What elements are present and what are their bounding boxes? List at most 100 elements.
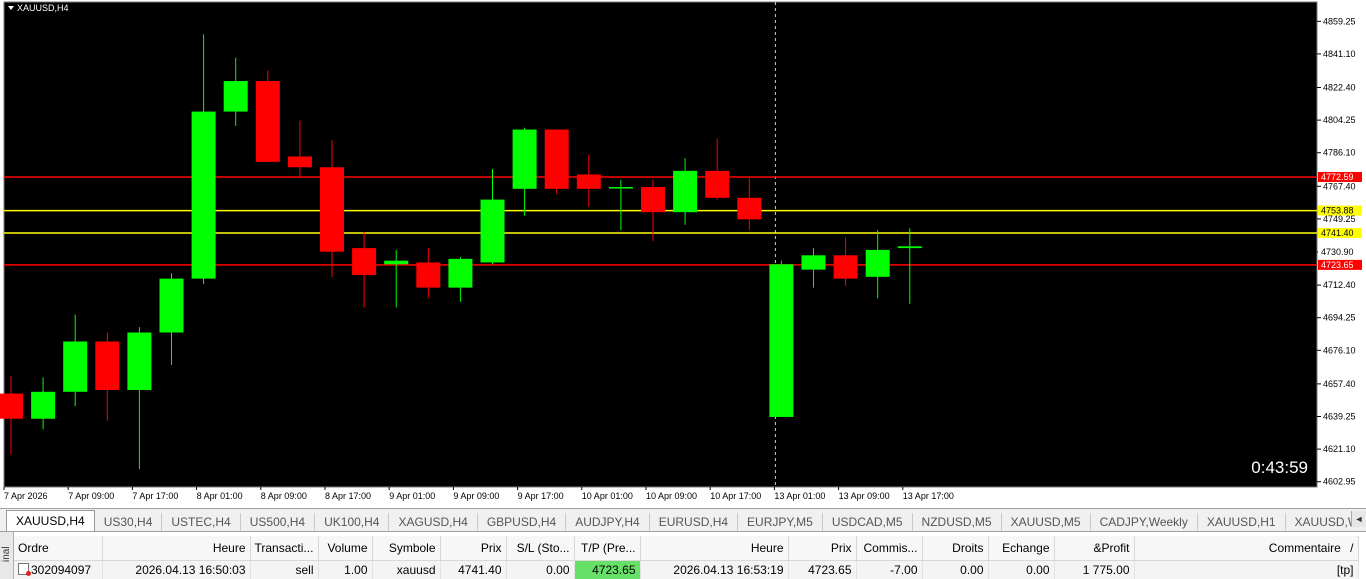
cell-heure-close: 2026.04.13 16:53:19 xyxy=(640,561,788,579)
chart-tab[interactable]: US500,H4 xyxy=(241,513,315,531)
price-level-label: 4753.88 xyxy=(1321,206,1354,216)
col-header-ordre[interactable]: Ordre xyxy=(14,536,102,561)
time-tick-label: 7 Apr 09:00 xyxy=(68,491,114,501)
col-header-volume[interactable]: Volume xyxy=(318,536,372,561)
chart-tab[interactable]: US30,H4 xyxy=(95,513,163,531)
price-tick-label: 4694.25 xyxy=(1323,313,1356,323)
candle-body xyxy=(384,261,408,265)
candle-timer: 0:43:59 xyxy=(1251,458,1308,478)
price-tick-label: 4822.40 xyxy=(1323,83,1356,93)
price-tick-label: 4676.10 xyxy=(1323,345,1356,355)
time-tick-label: 10 Apr 09:00 xyxy=(646,491,697,501)
chart-window[interactable]: 4859.254841.104822.404804.254786.104767.… xyxy=(0,0,1366,508)
order-number: 302094097 xyxy=(31,563,91,577)
time-tick-label: 13 Apr 17:00 xyxy=(903,491,954,501)
candle-body xyxy=(834,255,858,278)
col-header-symbole[interactable]: Symbole xyxy=(372,536,440,561)
chart-tab[interactable]: XAGUSD,H4 xyxy=(389,513,477,531)
chart-tab[interactable]: XAUUSD,H4 xyxy=(6,510,95,531)
chart-tab-bar: XAUUSD,H4US30,H4USTEC,H4US500,H4UK100,H4… xyxy=(0,508,1366,531)
candle-body xyxy=(802,255,826,269)
col-header-heure-close[interactable]: Heure xyxy=(640,536,788,561)
price-tick-label: 4841.10 xyxy=(1323,49,1356,59)
dropdown-triangle-icon xyxy=(8,6,14,10)
time-tick-label: 9 Apr 17:00 xyxy=(518,491,564,501)
chart-tab[interactable]: AUDJPY,H4 xyxy=(566,513,649,531)
chart-tab[interactable]: EURJPY,M5 xyxy=(738,513,823,531)
price-level-label: 4723.65 xyxy=(1321,260,1354,270)
cell-heure-open: 2026.04.13 16:50:03 xyxy=(102,561,250,579)
cell-transaction: sell xyxy=(250,561,318,579)
time-tick-label: 10 Apr 17:00 xyxy=(710,491,761,501)
chart-symbol-label[interactable]: XAUUSD,H4 xyxy=(8,3,69,13)
cell-ordre: 302094097 xyxy=(14,561,102,579)
time-tick-label: 9 Apr 09:00 xyxy=(453,491,499,501)
price-tick-label: 4602.95 xyxy=(1323,477,1356,487)
price-tick-label: 4786.10 xyxy=(1323,148,1356,158)
cell-volume: 1.00 xyxy=(318,561,372,579)
chart-tab[interactable]: USTEC,H4 xyxy=(162,513,240,531)
cell-prix-open: 4741.40 xyxy=(440,561,506,579)
terminal-panel: inal Ordre Heure Transacti... Volume Sym… xyxy=(0,531,1366,579)
price-tick-label: 4621.10 xyxy=(1323,444,1356,454)
cell-echange: 0.00 xyxy=(988,561,1054,579)
time-tick-label: 9 Apr 01:00 xyxy=(389,491,435,501)
col-header-stop-loss[interactable]: S/L (Sto... xyxy=(506,536,574,561)
chart-tab[interactable]: USDCAD,M5 xyxy=(823,513,913,531)
table-header-row: Ordre Heure Transacti... Volume Symbole … xyxy=(14,536,1358,561)
candle-body xyxy=(31,392,55,419)
chart-tab[interactable]: EURUSD,H4 xyxy=(650,513,738,531)
table-row[interactable]: 302094097 2026.04.13 16:50:03 sell 1.00 … xyxy=(14,561,1358,579)
tab-scroll-arrow-icon[interactable]: ◄ xyxy=(1351,511,1366,527)
price-tick-label: 4657.40 xyxy=(1323,379,1356,389)
time-tick-label: 8 Apr 09:00 xyxy=(261,491,307,501)
candle-body xyxy=(448,259,472,288)
candle-body xyxy=(192,112,216,279)
col-header-prix-close[interactable]: Prix xyxy=(788,536,856,561)
time-tick-label: 13 Apr 09:00 xyxy=(839,491,890,501)
time-tick-label: 8 Apr 01:00 xyxy=(197,491,243,501)
cell-take-profit: 4723.65 xyxy=(574,561,640,579)
candle-body xyxy=(705,171,729,198)
cell-prix-close: 4723.65 xyxy=(788,561,856,579)
col-header-take-profit[interactable]: T/P (Pre... xyxy=(574,536,640,561)
candle-body xyxy=(513,130,537,189)
chart-tab[interactable]: NZDUSD,M5 xyxy=(913,513,1002,531)
chart-tab[interactable]: CADJPY,Weekly xyxy=(1091,513,1198,531)
price-chart[interactable]: 4859.254841.104822.404804.254786.104767.… xyxy=(0,0,1366,508)
cell-droits: 0.00 xyxy=(922,561,988,579)
col-header-commission[interactable]: Commis... xyxy=(856,536,922,561)
commentaire-label: Commentaire xyxy=(1269,541,1341,555)
candle-body xyxy=(545,130,569,189)
price-level-label: 4730.90 xyxy=(1321,247,1354,257)
price-tick-label: 4767.40 xyxy=(1323,181,1356,191)
chart-tab[interactable]: UK100,H4 xyxy=(315,513,389,531)
terminal-side-label: inal xyxy=(1,546,12,562)
candle-body xyxy=(127,333,151,390)
candle-body xyxy=(352,248,376,275)
price-tick-label: 4859.25 xyxy=(1323,16,1356,26)
price-tick-label: 4712.40 xyxy=(1323,280,1356,290)
candle-body xyxy=(866,250,890,277)
col-header-droits[interactable]: Droits xyxy=(922,536,988,561)
trade-table: Ordre Heure Transacti... Volume Symbole … xyxy=(14,536,1359,579)
col-header-commentaire[interactable]: Commentaire / xyxy=(1134,536,1358,561)
time-tick-label: 7 Apr 17:00 xyxy=(132,491,178,501)
terminal-side-strip[interactable]: inal xyxy=(0,532,14,579)
time-tick-label: 13 Apr 01:00 xyxy=(774,491,825,501)
candle-body xyxy=(160,279,184,333)
chart-tab[interactable]: GBPUSD,H4 xyxy=(478,513,566,531)
price-tick-label: 4639.25 xyxy=(1323,411,1356,421)
col-header-prix-open[interactable]: Prix xyxy=(440,536,506,561)
candle-body xyxy=(63,342,87,392)
candle-body xyxy=(641,187,665,212)
candle-body xyxy=(0,394,23,419)
col-header-transaction[interactable]: Transacti... xyxy=(250,536,318,561)
col-header-profit[interactable]: &Profit xyxy=(1054,536,1134,561)
candle-body xyxy=(673,171,697,212)
chart-tab[interactable]: XAUUSD,M5 xyxy=(1002,513,1091,531)
chart-tab[interactable]: XAUUSD,H1 xyxy=(1198,513,1286,531)
candle-body xyxy=(224,81,248,112)
col-header-heure-open[interactable]: Heure xyxy=(102,536,250,561)
col-header-echange[interactable]: Echange xyxy=(988,536,1054,561)
